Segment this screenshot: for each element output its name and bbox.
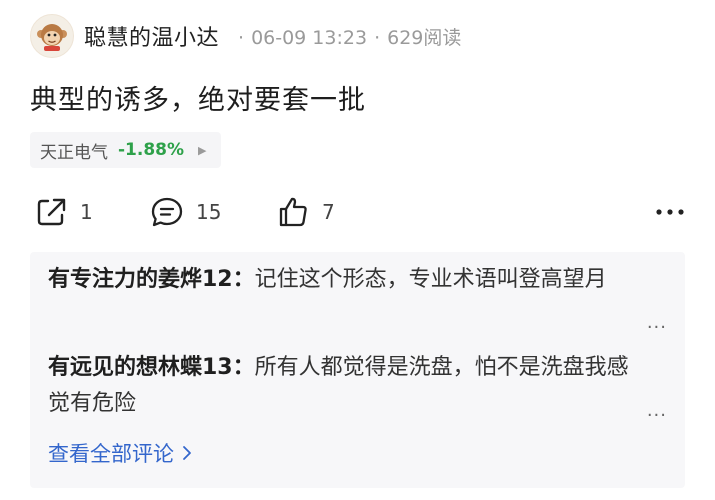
- author-name[interactable]: 聪慧的温小达: [84, 20, 219, 52]
- more-icon: [656, 209, 684, 215]
- post-body: 典型的诱多，绝对要套一批: [30, 85, 366, 116]
- view-count: 629阅读: [387, 26, 462, 49]
- view-all-comments-link[interactable]: 查看全部评论: [48, 438, 192, 468]
- more-button[interactable]: [649, 192, 685, 232]
- share-button[interactable]: 1: [34, 192, 93, 232]
- like-button[interactable]: 7: [276, 192, 335, 232]
- chevron-right-icon: [182, 445, 192, 461]
- comment-item[interactable]: 有远见的想林蝶13：所有人都觉得是洗盘，怕不是洗盘我感觉有危险: [48, 350, 638, 422]
- comment-more-button[interactable]: ...: [647, 400, 667, 421]
- meta-separator: ·: [374, 26, 381, 49]
- comment-author[interactable]: 有专注力的姜烨12：: [48, 267, 255, 292]
- comment-text: 记住这个形态，专业术语叫登高望月: [254, 267, 607, 292]
- stock-tag[interactable]: 天正电气 -1.88% ▶: [30, 132, 221, 168]
- post-time: 06-09 13:23: [251, 26, 368, 49]
- thumbs-up-icon: [279, 197, 307, 227]
- meta-separator: ·: [238, 26, 245, 49]
- share-count: 1: [80, 200, 93, 224]
- view-all-label: 查看全部评论: [48, 442, 174, 466]
- post-header: 聪慧的温小达 · 06-09 13:23 · 629阅读: [30, 14, 461, 58]
- comment-item[interactable]: 有专注力的姜烨12：记住这个形态，专业术语叫登高望月: [48, 262, 638, 298]
- comment-author[interactable]: 有远见的想林蝶13：: [48, 355, 255, 380]
- comment-button[interactable]: 15: [150, 192, 221, 232]
- comment-count: 15: [196, 200, 222, 224]
- action-bar: 1 15 7: [30, 192, 685, 232]
- stock-change: -1.88%: [118, 140, 185, 160]
- like-count: 7: [322, 200, 335, 224]
- stock-name: 天正电气: [40, 142, 108, 163]
- comment-more-button[interactable]: ...: [647, 312, 667, 333]
- comment-preview: 有专注力的姜烨12：记住这个形态，专业术语叫登高望月 ... 有远见的想林蝶13…: [30, 252, 685, 488]
- avatar[interactable]: [30, 14, 74, 58]
- triangle-right-icon: ▶: [198, 143, 207, 157]
- monkey-avatar-icon: [37, 24, 67, 51]
- share-icon: [37, 198, 66, 226]
- post-meta: · 06-09 13:23 · 629阅读: [231, 23, 461, 50]
- comment-icon: [151, 197, 183, 227]
